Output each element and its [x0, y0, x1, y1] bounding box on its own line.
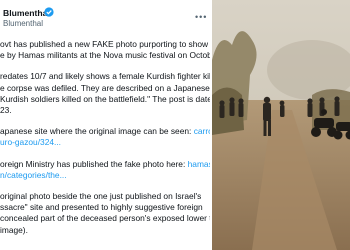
tweet-line: e corpse was defiled. They are described… — [0, 82, 210, 93]
tweet-panel: Blumenthal Blumenthal ••• ovt has publis… — [0, 0, 210, 250]
foreign-ministry-link-cont[interactable]: n/categories/the... — [0, 170, 67, 180]
tweet-text-fragment: oreign Ministry has published the fake p… — [0, 158, 188, 169]
tweet-line: e by Hamas militants at the Nova music f… — [0, 50, 210, 61]
tweet-line: 23. — [0, 105, 12, 116]
tweet-line: Kurdish soldiers killed on the battlefie… — [0, 93, 210, 104]
author-name[interactable]: Blumenthal — [3, 8, 50, 18]
foreign-ministry-link[interactable]: hamas- — [188, 159, 210, 169]
tweet-line: oreign Ministry has published the fake p… — [0, 159, 210, 170]
verified-badge-icon — [44, 7, 54, 17]
japanese-site-link[interactable]: carro- — [194, 126, 210, 136]
tweet-line: n/categories/the... — [0, 170, 210, 181]
more-options-icon[interactable]: ••• — [195, 12, 207, 22]
field-photo[interactable] — [212, 0, 350, 250]
tweet-line: image). — [0, 224, 28, 235]
author-handle[interactable]: Blumenthal — [3, 19, 43, 28]
tweet-line: redates 10/7 and likely shows a female K… — [0, 71, 210, 82]
tweet-line: uro-gazou/324... — [0, 137, 210, 148]
tweet-text-fragment: apanese site where the original image ca… — [0, 126, 194, 137]
tweet-text: ovt has published a new FAKE photo purpo… — [0, 39, 210, 236]
field-photo-illustration — [212, 0, 350, 250]
tweet-line: original photo beside the one just publi… — [0, 191, 202, 202]
tweet-line: apanese site where the original image ca… — [0, 126, 210, 137]
japanese-site-link-cont[interactable]: uro-gazou/324... — [0, 137, 61, 147]
tweet-line: ssacre" site and presented to highly sug… — [0, 202, 203, 213]
tweet-line: concealed part of the deceased person's … — [0, 213, 210, 224]
tweet-line: ovt has published a new FAKE photo purpo… — [0, 39, 210, 49]
